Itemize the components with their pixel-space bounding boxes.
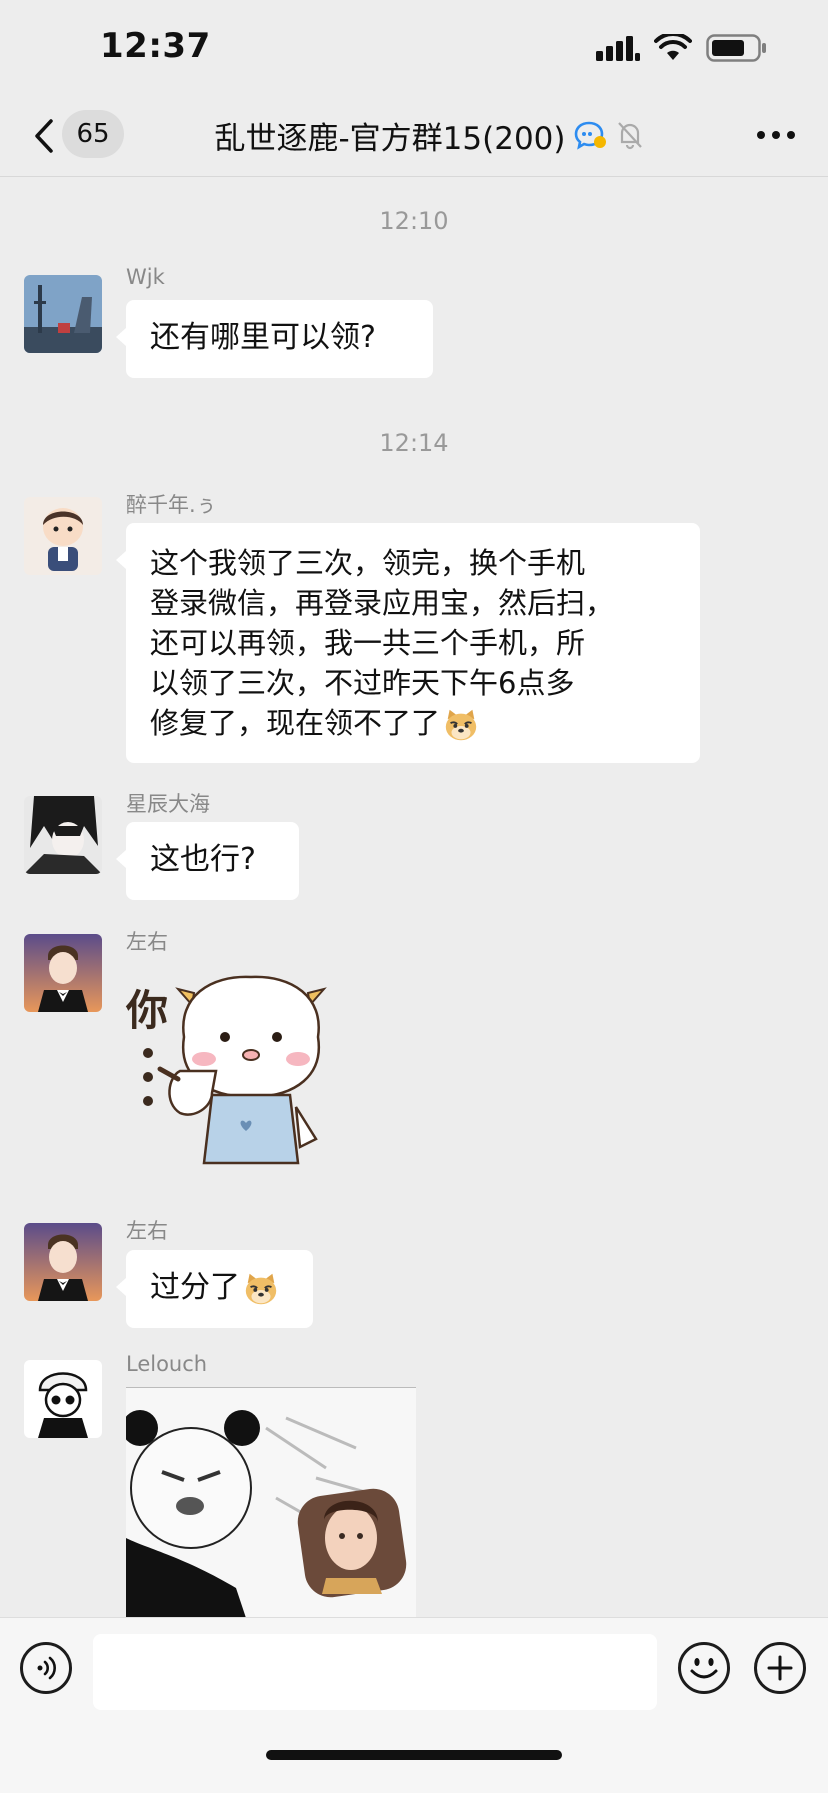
doge-emoji-icon <box>245 1273 277 1304</box>
sender-name: Wjk <box>126 265 165 289</box>
status-bar: 12:37 <box>0 0 828 100</box>
message-input[interactable] <box>93 1634 657 1710</box>
message-text: 这也行? <box>150 842 256 877</box>
chat-title: 乱世逐鹿-官方群15(200) <box>214 120 566 157</box>
doge-emoji-icon <box>445 709 477 741</box>
emoji-button[interactable] <box>678 1642 730 1694</box>
plus-icon <box>767 1655 793 1681</box>
message-line: 还可以再领，我一共三个手机，所 <box>150 626 586 660</box>
sheep-pointing-sticker-image: 你 <box>125 975 327 1165</box>
group-chat-icon <box>574 121 606 150</box>
timestamp: 12:14 <box>379 429 449 457</box>
chat-message-list[interactable]: 12:10 Wjk 还有哪里可以领? 12:14 醉千年.ぅ 这个我领了三次，领… <box>0 177 828 1617</box>
message-text: 还有哪里可以领? <box>150 320 376 355</box>
message-bubble[interactable]: 还有哪里可以领? <box>116 300 433 378</box>
battery-icon <box>706 34 766 62</box>
mute-bell-icon <box>617 122 642 150</box>
sender-name: Lelouch <box>126 1352 208 1376</box>
message-line: 以领了三次，不过昨天下午6点多 <box>150 666 575 700</box>
wifi-icon <box>654 34 692 60</box>
sticker-message[interactable]: 你 <box>120 967 370 1177</box>
message-line: 登录微信，再登录应用宝，然后扫， <box>150 586 615 620</box>
avatar-zuoyou[interactable] <box>24 934 102 1012</box>
cartoon-boy-avatar <box>24 497 102 575</box>
input-bar <box>0 1617 828 1793</box>
more-dots-icon <box>757 131 795 139</box>
anime-character-avatar <box>24 796 102 874</box>
status-icons <box>596 34 768 62</box>
voice-wave-icon <box>37 1656 56 1680</box>
message-line: 修复了，现在领不了了 <box>150 706 441 740</box>
more-options-button[interactable] <box>754 118 798 152</box>
sender-name: 左右 <box>126 930 168 954</box>
timestamp: 12:10 <box>379 207 449 235</box>
suited-man-avatar <box>24 934 102 1012</box>
more-functions-button[interactable] <box>754 1642 806 1694</box>
cap-boy-avatar <box>24 1360 102 1438</box>
message-bubble[interactable]: 这个我领了三次，领完，换个手机 登录微信，再登录应用宝，然后扫， 还可以再领，我… <box>116 523 700 763</box>
avatar-zuiqiannian[interactable] <box>24 497 102 575</box>
message-text: 过分了 <box>150 1270 240 1305</box>
sender-name: 星辰大海 <box>126 792 210 816</box>
sticker-text: 你 <box>125 986 168 1035</box>
nav-title-group: 乱世逐鹿-官方群15(200) <box>0 110 828 160</box>
suited-man-avatar <box>24 1223 102 1301</box>
sticker-message[interactable] <box>126 1387 416 1617</box>
smiley-icon <box>690 1658 718 1679</box>
panda-meme-sticker-image <box>126 1388 416 1617</box>
message-bubble[interactable]: 过分了 <box>116 1250 313 1328</box>
avatar-zuoyou[interactable] <box>24 1223 102 1301</box>
sender-name: 左右 <box>126 1219 168 1243</box>
nav-bar: 65 乱世逐鹿-官方群15(200) <box>0 100 828 177</box>
avatar-xingchendahai[interactable] <box>24 796 102 874</box>
sender-name: 醉千年.ぅ <box>126 493 217 517</box>
message-bubble[interactable]: 这也行? <box>116 822 299 900</box>
voice-input-button[interactable] <box>20 1642 72 1694</box>
status-time: 12:37 <box>100 26 211 66</box>
message-line-last: 修复了，现在领不了了 <box>150 703 676 744</box>
city-photo-avatar <box>24 275 102 353</box>
home-indicator[interactable] <box>266 1750 562 1760</box>
avatar-wjk[interactable] <box>24 275 102 353</box>
message-line: 这个我领了三次，领完，换个手机 <box>150 546 586 580</box>
cellular-signal-icon <box>596 36 640 61</box>
avatar-lelouch[interactable] <box>24 1360 102 1438</box>
